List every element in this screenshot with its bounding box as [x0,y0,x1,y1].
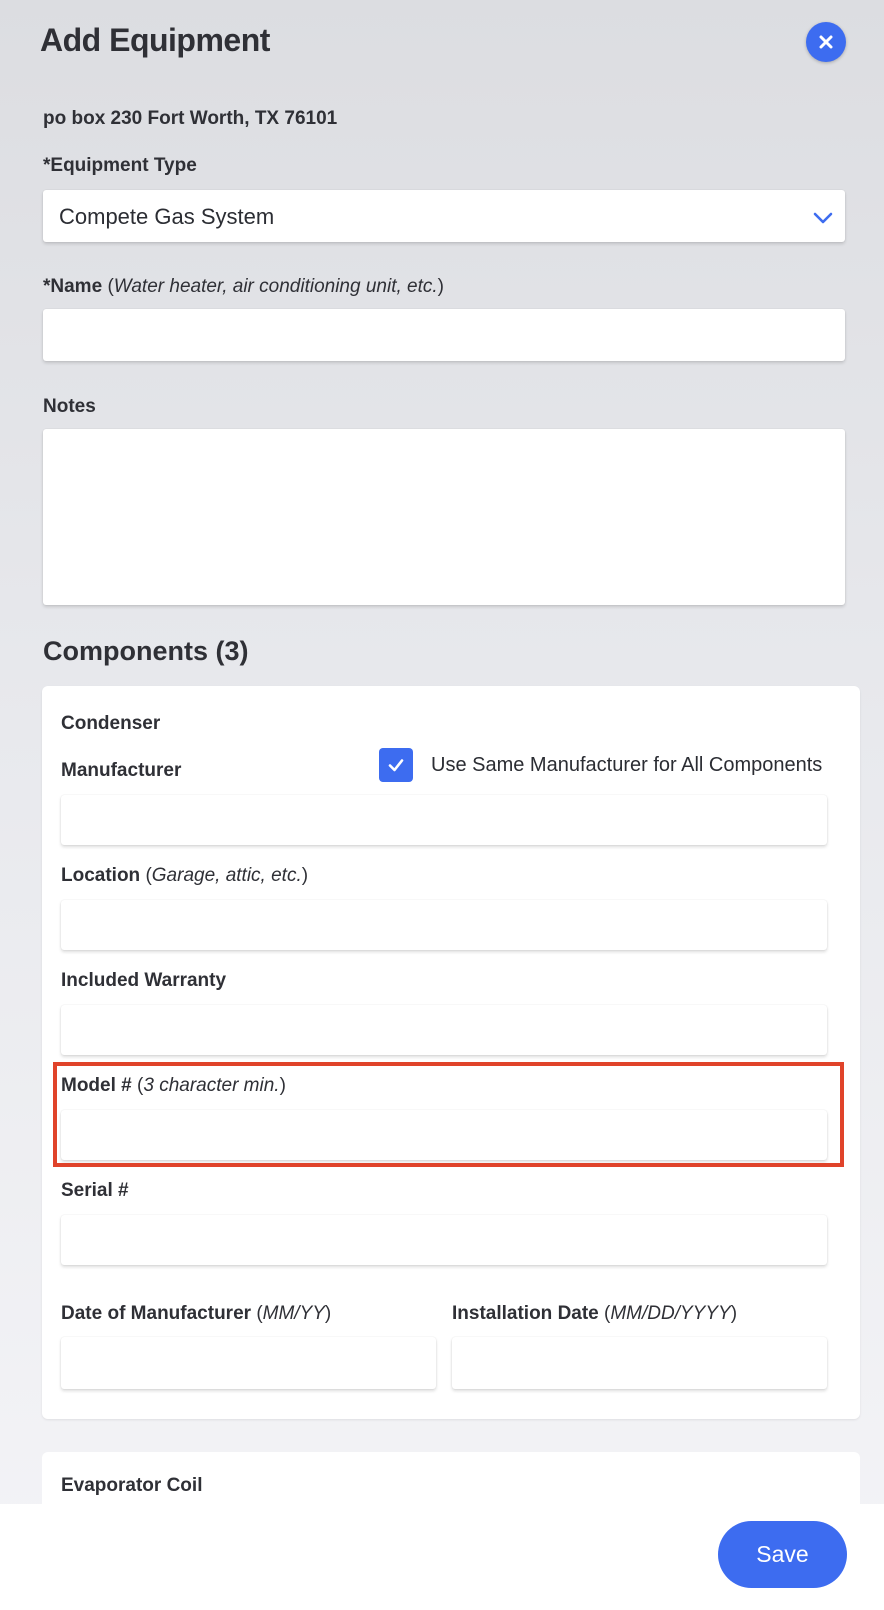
warranty-input[interactable] [61,1005,827,1055]
save-button[interactable]: Save [718,1521,847,1588]
notes-textarea[interactable] [43,429,845,605]
location-label: Location (Garage, attic, etc.) [61,865,309,886]
date-of-manufacture-label-text: Date of Manufacturer [61,1303,252,1324]
notes-label: Notes [43,396,96,417]
same-manufacturer-label[interactable]: Use Same Manufacturer for All Components [431,754,822,777]
page-title: Add Equipment [40,22,270,58]
date-of-manufacture-hint: MM/YY [262,1303,325,1324]
close-button[interactable] [806,22,846,62]
location-label-text: Location [61,865,141,886]
model-hint: 3 character min. [143,1075,280,1096]
equipment-type-select[interactable]: Compete Gas System [43,190,845,242]
installation-date-hint: MM/DD/YYYY [610,1303,731,1324]
component-title-evaporator: Evaporator Coil [61,1475,203,1496]
model-label-text: Model # [61,1075,132,1096]
serial-input[interactable] [61,1215,827,1265]
serial-label: Serial # [61,1180,129,1201]
date-of-manufacture-label: Date of Manufacturer (MM/YY) [61,1303,332,1324]
installation-date-label-text: Installation Date [452,1303,599,1324]
chevron-down-icon [813,212,833,224]
installation-date-label: Installation Date (MM/DD/YYYY) [452,1303,738,1324]
name-label: *Name (Water heater, air conditioning un… [43,276,444,297]
model-label: Model # (3 character min.) [61,1075,286,1096]
equipment-type-value: Compete Gas System [59,204,275,229]
component-title-condenser: Condenser [61,713,161,734]
location-input[interactable] [61,900,827,950]
date-of-manufacture-input[interactable] [61,1337,436,1389]
same-manufacturer-checkbox[interactable] [379,748,413,782]
warranty-label: Included Warranty [61,970,227,991]
property-address: po box 230 Fort Worth, TX 76101 [43,108,338,129]
model-input[interactable] [61,1110,827,1160]
installation-date-input[interactable] [452,1337,827,1389]
checkmark-icon [388,759,404,772]
location-hint: Garage, attic, etc. [151,865,302,886]
equipment-type-label: *Equipment Type [43,155,197,176]
name-label-text: *Name [43,276,103,297]
name-hint: Water heater, air conditioning unit, etc… [113,276,438,297]
manufacturer-label: Manufacturer [61,760,182,781]
components-title: Components (3) [43,636,249,666]
name-input[interactable] [43,309,845,361]
close-icon [819,35,833,49]
manufacturer-input[interactable] [61,795,827,845]
